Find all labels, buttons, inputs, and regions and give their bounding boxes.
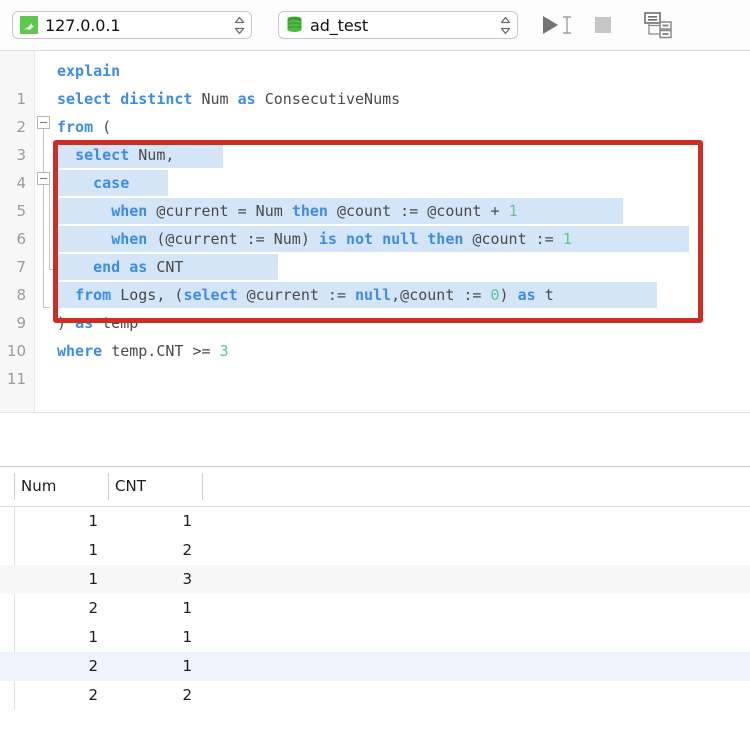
host-label: 127.0.0.1	[45, 15, 121, 35]
table-row[interactable]: 1 2	[0, 536, 750, 565]
cell-num: 1	[88, 628, 98, 646]
table-row[interactable]: 1 3	[0, 565, 750, 594]
results-header-row: Num CNT	[0, 467, 750, 507]
cell-num: 2	[88, 657, 98, 675]
code-line-7[interactable]: 7 when (@current := Num) is not null the…	[0, 225, 750, 276]
code-text: where temp.CNT >= 3	[57, 342, 229, 360]
column-header-num[interactable]: Num	[15, 467, 108, 506]
toolbar: 127.0.0.1 ad_test	[0, 0, 750, 51]
results-grid[interactable]: Num CNT 1 1 1 2 1 3 2 1 1 1 2 1 2 2	[0, 467, 750, 753]
code-line-1[interactable]: 1 explain	[0, 57, 750, 108]
code-text: when (@current := Num) is not null then …	[111, 230, 572, 248]
code-text: from (	[57, 118, 112, 136]
code-line-8[interactable]: 8 end as CNT	[0, 253, 750, 304]
code-line-2[interactable]: 2 select distinct Num as ConsecutiveNums	[0, 85, 750, 136]
cell-num: 1	[88, 512, 98, 530]
table-row[interactable]: 2 2	[0, 681, 750, 710]
editor-results-divider	[0, 412, 750, 467]
code-line-4[interactable]: 4 select Num,	[0, 141, 750, 192]
code-text: select Num,	[75, 146, 175, 164]
code-line-5[interactable]: 5 case	[0, 169, 750, 220]
database-label: ad_test	[310, 15, 368, 35]
code-text: select distinct Num as ConsecutiveNums	[57, 90, 401, 108]
host-stepper-arrows[interactable]	[231, 13, 247, 37]
code-line-9[interactable]: 9 from Logs, (select @current := null,@c…	[0, 281, 750, 332]
column-header-cnt[interactable]: CNT	[109, 467, 202, 506]
line-number: 11	[6, 370, 26, 388]
host-selector[interactable]: 127.0.0.1	[12, 11, 252, 39]
cell-cnt: 1	[182, 512, 192, 530]
code-text: ) as temp	[57, 314, 139, 332]
cell-cnt: 3	[182, 570, 192, 588]
code-text: from Logs, (select @current := null,@cou…	[75, 286, 554, 304]
code-line-3[interactable]: 3 from (	[0, 113, 750, 164]
sql-editor[interactable]: 1 explain 2 select distinct Num as Conse…	[0, 51, 750, 412]
cell-num: 2	[88, 686, 98, 704]
code-line-10[interactable]: 10 ) as temp	[0, 309, 750, 360]
stop-query-button[interactable]	[588, 10, 618, 40]
code-text: case	[93, 174, 130, 192]
code-content[interactable]: 1 explain 2 select distinct Num as Conse…	[0, 57, 750, 388]
code-text: explain	[57, 62, 121, 80]
cell-cnt: 2	[182, 541, 192, 559]
database-selector[interactable]: ad_test	[278, 11, 518, 39]
table-row[interactable]: 2 1	[0, 594, 750, 623]
database-cylinder-icon	[286, 16, 303, 34]
table-row[interactable]: 1 1	[0, 507, 750, 536]
database-stepper-arrows[interactable]	[497, 13, 513, 37]
cell-num: 2	[88, 599, 98, 617]
cell-cnt: 1	[182, 657, 192, 675]
code-line-6[interactable]: 6 when @current = Num then @count := @co…	[0, 197, 750, 248]
column-separator[interactable]	[202, 473, 203, 500]
code-text: when @current = Num then @count := @coun…	[111, 202, 518, 220]
cell-num: 1	[88, 541, 98, 559]
code-line-11[interactable]: 11 where temp.CNT >= 3	[0, 337, 750, 388]
cell-cnt: 1	[182, 599, 192, 617]
mysql-dolphin-icon	[20, 16, 38, 34]
cell-cnt: 1	[182, 628, 192, 646]
run-query-button[interactable]	[540, 10, 574, 40]
results-body: 1 1 1 2 1 3 2 1 1 1 2 1 2 2	[0, 507, 750, 710]
table-row[interactable]: 2 1	[0, 652, 750, 681]
explain-plan-button[interactable]	[640, 10, 674, 40]
cell-cnt: 2	[182, 686, 192, 704]
table-row[interactable]: 1 1	[0, 623, 750, 652]
code-text: end as CNT	[93, 258, 184, 276]
cell-num: 1	[88, 570, 98, 588]
